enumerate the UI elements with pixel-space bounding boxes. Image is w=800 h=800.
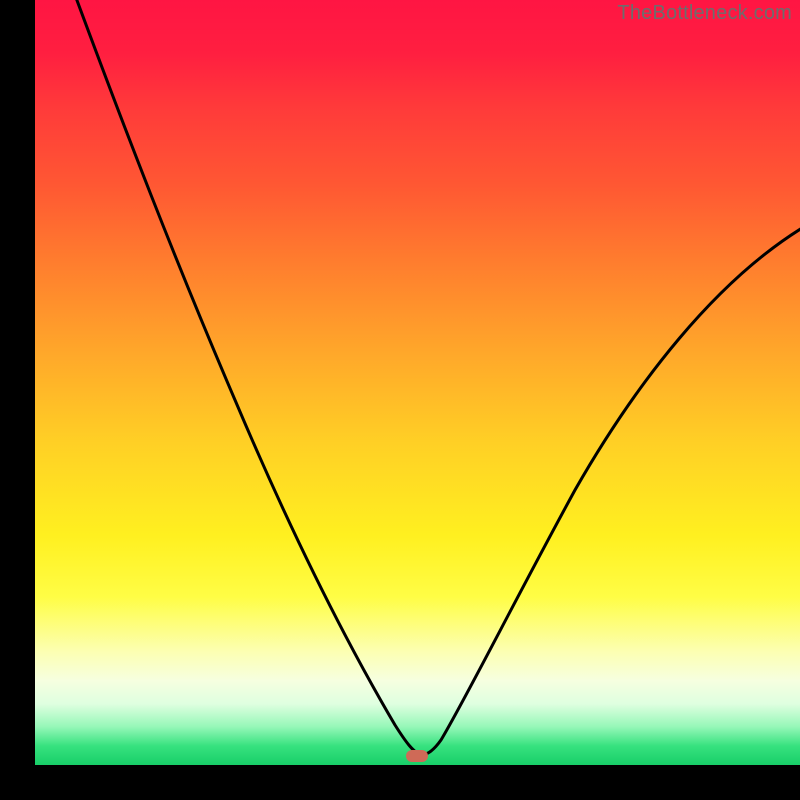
chart-frame: TheBottleneck.com: [0, 0, 800, 800]
optimal-marker: [406, 750, 428, 762]
bottleneck-curve: [35, 0, 800, 765]
curve-path: [75, 0, 800, 755]
plot-area: TheBottleneck.com: [35, 0, 800, 765]
